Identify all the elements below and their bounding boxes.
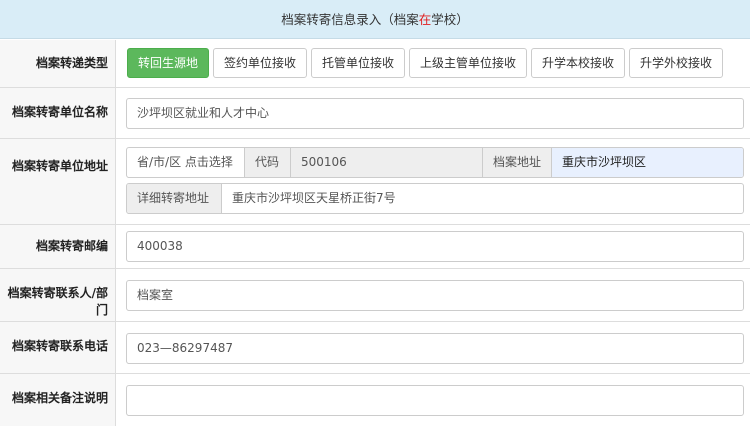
row-remarks: 档案相关备注说明 <box>0 374 750 426</box>
region-picker[interactable]: 省/市/区 点击选择 <box>127 148 244 177</box>
postcode-label: 档案转寄邮编 <box>0 225 116 268</box>
row-postcode: 档案转寄邮编 400038 <box>0 225 750 269</box>
option-same-school-button[interactable]: 升学本校接收 <box>531 48 625 78</box>
remarks-label: 档案相关备注说明 <box>0 374 116 426</box>
transfer-type-label: 档案转递类型 <box>0 40 116 87</box>
row-contact: 档案转寄联系人/部门 档案室 <box>0 269 750 322</box>
code-addon: 代码 <box>244 148 291 177</box>
archive-address-input[interactable]: 重庆市沙坪坝区 <box>552 148 743 177</box>
region-input-group: 省/市/区 点击选择 代码 500106 档案地址 重庆市沙坪坝区 <box>126 147 744 178</box>
option-custody-unit-button[interactable]: 托管单位接收 <box>311 48 405 78</box>
header-title-prefix: 档案转寄信息录入（档案 <box>281 12 419 27</box>
detail-address-input[interactable]: 重庆市沙坪坝区天星桥正街7号 <box>222 184 743 213</box>
row-phone: 档案转寄联系电话 023—86297487 <box>0 322 750 374</box>
option-return-origin-button[interactable]: 转回生源地 <box>127 48 209 78</box>
code-input: 500106 <box>291 148 482 177</box>
phone-label: 档案转寄联系电话 <box>0 322 116 373</box>
postcode-input[interactable]: 400038 <box>126 231 744 262</box>
phone-input[interactable]: 023—86297487 <box>126 333 744 364</box>
row-unit-address: 档案转寄单位地址 省/市/区 点击选择 代码 500106 档案地址 重庆市沙坪… <box>0 139 750 225</box>
header-title-highlight: 在 <box>418 12 432 27</box>
contact-input[interactable]: 档案室 <box>126 280 744 311</box>
option-superior-unit-button[interactable]: 上级主管单位接收 <box>409 48 527 78</box>
option-signed-employer-button[interactable]: 签约单位接收 <box>213 48 307 78</box>
row-unit-name: 档案转寄单位名称 沙坪坝区就业和人才中心 <box>0 88 750 139</box>
option-other-school-button[interactable]: 升学外校接收 <box>629 48 723 78</box>
row-transfer-type: 档案转递类型 转回生源地 签约单位接收 托管单位接收 上级主管单位接收 升学本校… <box>0 40 750 88</box>
remarks-input[interactable] <box>126 385 744 416</box>
detail-address-group: 详细转寄地址 重庆市沙坪坝区天星桥正街7号 <box>126 183 744 214</box>
header-title-suffix: 学校） <box>431 12 469 27</box>
unit-name-label: 档案转寄单位名称 <box>0 88 116 138</box>
contact-label: 档案转寄联系人/部门 <box>0 269 116 321</box>
archive-address-addon: 档案地址 <box>482 148 552 177</box>
unit-name-input[interactable]: 沙坪坝区就业和人才中心 <box>126 98 744 129</box>
unit-address-label: 档案转寄单位地址 <box>0 139 116 224</box>
form-header: 档案转寄信息录入（档案在学校） <box>0 0 750 39</box>
detail-address-addon: 详细转寄地址 <box>127 184 222 213</box>
